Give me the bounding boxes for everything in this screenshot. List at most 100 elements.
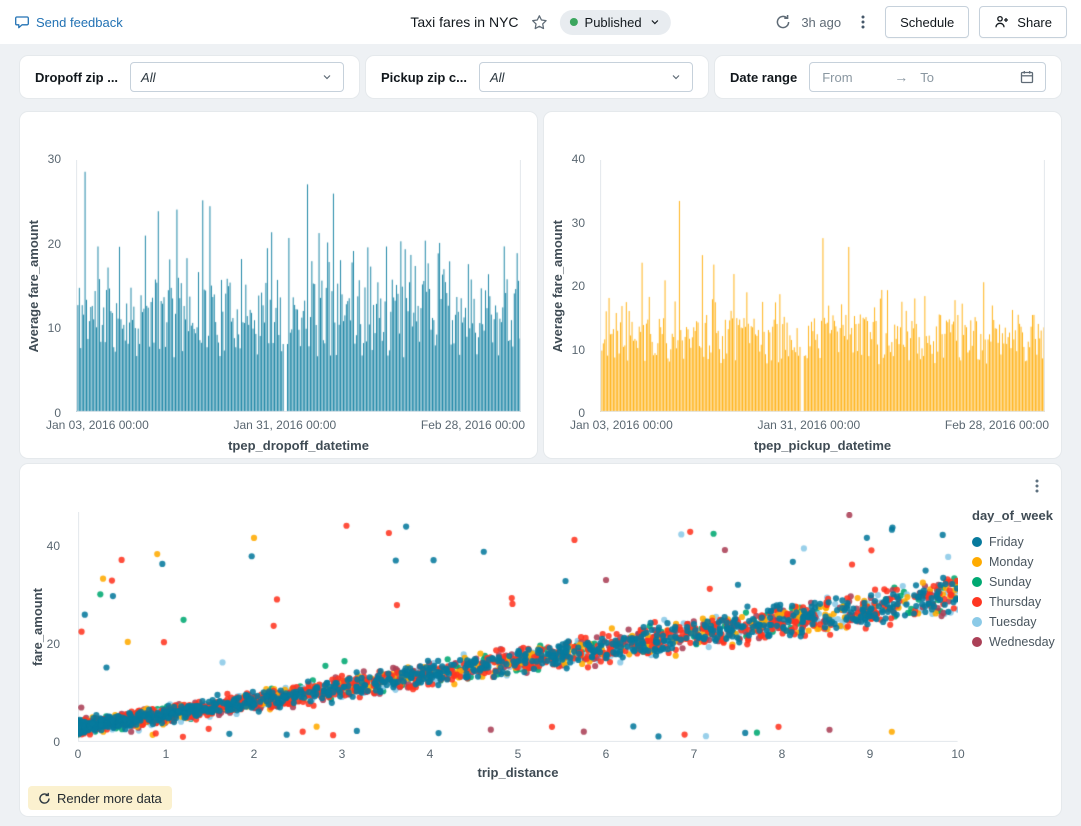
star-icon[interactable]	[531, 14, 548, 31]
date-to-input[interactable]	[918, 69, 1009, 86]
legend-items: Friday Monday Sunday Thursday Tuesday Wednesd…	[972, 532, 1060, 652]
share-button[interactable]: Share	[979, 6, 1067, 38]
tick-label: 20	[47, 637, 60, 651]
legend-dot	[972, 637, 982, 647]
tick-label: 4	[427, 747, 434, 761]
refresh-icon	[38, 792, 51, 805]
tick-label: 40	[572, 152, 585, 166]
legend-dot	[972, 577, 982, 587]
tick-label: 0	[75, 747, 82, 761]
legend-label: Tuesday	[989, 615, 1036, 629]
legend-title: day_of_week	[972, 508, 1060, 523]
render-more-data-button[interactable]: Render more data	[28, 786, 172, 810]
title-group: Taxi fares in NYC Published	[410, 10, 670, 35]
tick-label: 9	[867, 747, 874, 761]
header-actions: 3h ago Schedule Share	[775, 6, 1067, 38]
legend-item-wednesday[interactable]: Wednesday	[972, 632, 1060, 652]
legend-dot	[972, 597, 982, 607]
tick-label: 8	[779, 747, 786, 761]
published-status-dot	[570, 18, 578, 26]
date-from-input[interactable]	[820, 69, 884, 86]
render-more-label: Render more data	[57, 791, 162, 806]
tick-label: 5	[515, 747, 522, 761]
dropoff-zip-select[interactable]: All	[130, 62, 344, 92]
chevron-down-icon	[321, 71, 333, 83]
calendar-icon[interactable]	[1019, 69, 1035, 85]
date-range-filter: Date range →	[715, 56, 1061, 98]
kebab-menu-icon[interactable]	[855, 14, 871, 30]
tick-label: Feb 28, 2016 00:00	[945, 418, 1049, 432]
legend-item-sunday[interactable]: Sunday	[972, 572, 1060, 592]
pickup-bar-chart	[600, 160, 1045, 412]
x-axis-title: tpep_dropoff_datetime	[76, 438, 521, 453]
tick-label: 0	[53, 735, 60, 749]
refresh-icon[interactable]	[775, 14, 791, 30]
legend: day_of_week Friday Monday Sunday Thursday Tu…	[972, 508, 1060, 652]
tick-label: 2	[251, 747, 258, 761]
chart-kebab-menu-icon[interactable]	[1029, 478, 1045, 494]
tick-label: 10	[951, 747, 964, 761]
chevron-down-icon	[670, 71, 682, 83]
x-axis-ticks: 012345678910	[78, 747, 958, 763]
pickup-chart-card: Average fare_amount 403020100 Jan 03, 20…	[544, 112, 1061, 458]
legend-label: Thursday	[989, 595, 1041, 609]
dashboard-title: Taxi fares in NYC	[410, 14, 518, 30]
legend-item-monday[interactable]: Monday	[972, 552, 1060, 572]
y-axis-ticks: 02040	[20, 512, 70, 742]
feedback-group: Send feedback	[14, 14, 123, 30]
legend-item-thursday[interactable]: Thursday	[972, 592, 1060, 612]
top-bar: Send feedback Taxi fares in NYC Publishe…	[0, 0, 1081, 44]
y-axis-ticks: 3020100	[20, 152, 70, 420]
legend-dot	[972, 557, 982, 567]
dropoff-chart-card: Average fare_amount 3020100 Jan 03, 2016…	[20, 112, 537, 458]
share-icon	[994, 14, 1010, 30]
schedule-button[interactable]: Schedule	[885, 6, 969, 38]
pickup-filter: Pickup zip c... All	[366, 56, 708, 98]
dropoff-filter: Dropoff zip ... All	[20, 56, 359, 98]
legend-label: Friday	[989, 535, 1024, 549]
date-range-input-group[interactable]: →	[809, 62, 1046, 92]
scatter-plot	[78, 512, 958, 742]
scatter-chart-card: fare_amount 02040 012345678910 trip_dist…	[20, 464, 1061, 816]
published-label: Published	[585, 15, 642, 30]
arrow-right-icon: →	[894, 69, 908, 85]
y-axis-ticks: 403020100	[544, 152, 594, 420]
legend-item-tuesday[interactable]: Tuesday	[972, 612, 1060, 632]
x-axis-ticks: Jan 03, 2016 00:00 Jan 31, 2016 00:00 Feb …	[46, 418, 525, 432]
tick-label: Feb 28, 2016 00:00	[421, 418, 525, 432]
pickup-filter-label: Pickup zip c...	[381, 70, 467, 85]
tick-label: Jan 03, 2016 00:00	[46, 418, 149, 432]
chevron-down-icon	[649, 16, 661, 28]
pickup-zip-select[interactable]: All	[479, 62, 693, 92]
tick-label: Jan 31, 2016 00:00	[757, 418, 860, 432]
tick-label: 1	[163, 747, 170, 761]
tick-label: 7	[691, 747, 698, 761]
legend-label: Monday	[989, 555, 1033, 569]
dropoff-bar-chart	[76, 160, 521, 412]
x-axis-title: tpep_pickup_datetime	[600, 438, 1045, 453]
tick-label: 10	[572, 343, 585, 357]
date-range-filter-label: Date range	[730, 70, 797, 85]
speech-bubble-icon	[14, 14, 30, 30]
dropoff-filter-label: Dropoff zip ...	[35, 70, 118, 85]
tick-label: 6	[603, 747, 610, 761]
tick-label: 40	[47, 539, 60, 553]
published-dropdown[interactable]: Published	[560, 10, 671, 35]
legend-dot	[972, 617, 982, 627]
legend-dot	[972, 537, 982, 547]
x-axis-title: trip_distance	[78, 765, 958, 780]
dashboard-app: Send feedback Taxi fares in NYC Publishe…	[0, 0, 1081, 826]
tick-label: 10	[48, 321, 61, 335]
legend-item-friday[interactable]: Friday	[972, 532, 1060, 552]
tick-label: Jan 03, 2016 00:00	[570, 418, 673, 432]
send-feedback-link[interactable]: Send feedback	[36, 15, 123, 30]
legend-label: Wednesday	[989, 635, 1055, 649]
pickup-selected-value: All	[490, 70, 504, 85]
filter-bar: Dropoff zip ... All Pickup zip c... All …	[20, 56, 1061, 98]
dropoff-selected-value: All	[141, 70, 155, 85]
tick-label: 3	[339, 747, 346, 761]
tick-label: 30	[572, 216, 585, 230]
tick-label: Jan 31, 2016 00:00	[233, 418, 336, 432]
tick-label: 20	[572, 279, 585, 293]
last-refreshed: 3h ago	[801, 15, 841, 30]
